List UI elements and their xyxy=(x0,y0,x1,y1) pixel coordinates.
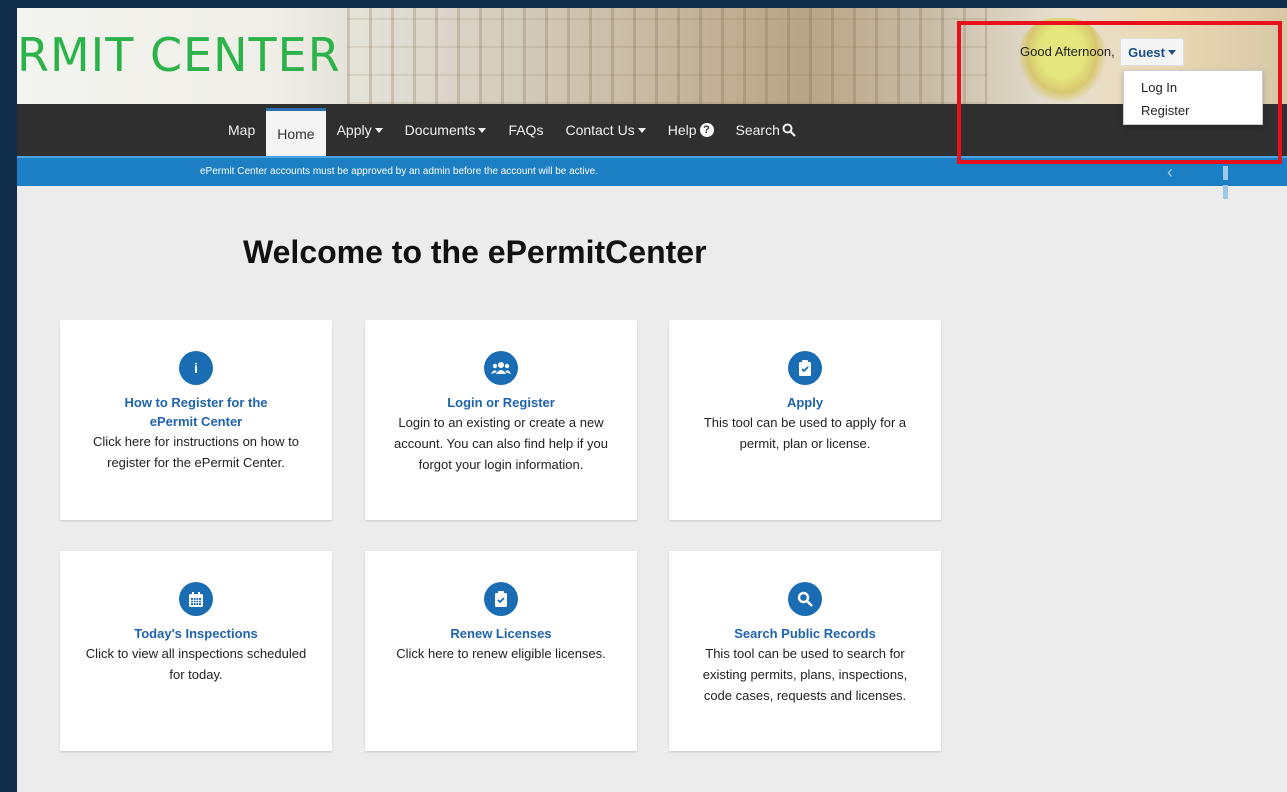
card-title[interactable]: Renew Licenses xyxy=(365,624,637,643)
card-description: This tool can be used to search for exis… xyxy=(702,646,908,703)
nav-item-search[interactable]: Search xyxy=(725,104,807,156)
search-icon xyxy=(782,123,796,137)
clipboard-check-icon xyxy=(788,351,822,385)
calendar-icon xyxy=(179,582,213,616)
chevron-down-icon xyxy=(478,127,487,133)
browser-viewport: RMIT CENTER Good Afternoon, Guest Map Ho… xyxy=(17,8,1287,792)
card-how-to-register[interactable]: i How to Register for the ePermit Center… xyxy=(60,320,332,520)
card-title[interactable]: Search Public Records xyxy=(669,624,941,643)
chevron-left-icon[interactable]: ‹ xyxy=(1167,162,1173,183)
users-icon xyxy=(484,351,518,385)
card-description: This tool can be used to apply for a per… xyxy=(703,415,907,451)
announcement-text: ePermit Center accounts must be approved… xyxy=(200,166,598,177)
info-icon: i xyxy=(179,351,213,385)
screenshot-frame: RMIT CENTER Good Afternoon, Guest Map Ho… xyxy=(0,0,1287,792)
page-title: Welcome to the ePermitCenter xyxy=(243,234,707,270)
nav-item-documents[interactable]: Documents xyxy=(394,104,498,156)
nav-item-contact-us[interactable]: Contact Us xyxy=(554,104,656,156)
banner-construction-image xyxy=(347,8,987,104)
card-description: Click here for instructions on how to re… xyxy=(93,434,299,470)
card-apply[interactable]: Apply This tool can be used to apply for… xyxy=(669,320,941,520)
card-description: Click to view all inspections scheduled … xyxy=(85,646,307,682)
nav-item-help[interactable]: Help? xyxy=(657,104,725,156)
card-description: Click here to renew eligible licenses. xyxy=(396,646,606,661)
clipboard-check-icon xyxy=(484,582,518,616)
nav-item-apply[interactable]: Apply xyxy=(326,104,394,156)
card-title[interactable]: Apply xyxy=(669,393,941,412)
nav-item-map[interactable]: Map xyxy=(217,104,266,156)
annotation-highlight-box xyxy=(957,21,1282,164)
chevron-down-icon xyxy=(374,127,383,133)
search-icon xyxy=(788,582,822,616)
card-title[interactable]: Login or Register xyxy=(365,393,637,412)
site-logo-text[interactable]: RMIT CENTER xyxy=(17,28,341,82)
card-title[interactable]: Today's Inspections xyxy=(60,624,332,643)
nav-item-home[interactable]: Home xyxy=(266,108,326,156)
card-renew-licenses[interactable]: Renew Licenses Click here to renew eligi… xyxy=(365,551,637,751)
nav-item-faqs[interactable]: FAQs xyxy=(497,104,554,156)
card-todays-inspections[interactable]: Today's Inspections Click to view all in… xyxy=(60,551,332,751)
pause-icon[interactable] xyxy=(1223,166,1237,199)
card-search-public-records[interactable]: Search Public Records This tool can be u… xyxy=(669,551,941,751)
card-title[interactable]: How to Register for the ePermit Center xyxy=(60,393,332,431)
card-login-or-register[interactable]: Login or Register Login to an existing o… xyxy=(365,320,637,520)
chevron-down-icon xyxy=(637,127,646,133)
question-circle-icon: ? xyxy=(699,123,714,137)
card-description: Login to an existing or create a new acc… xyxy=(394,415,608,472)
